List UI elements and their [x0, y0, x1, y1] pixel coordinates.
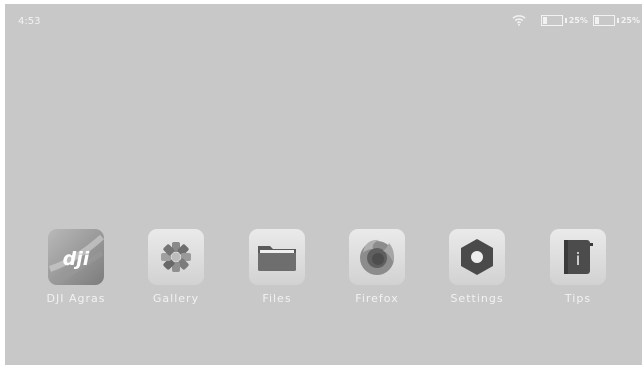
battery-1-icon — [540, 14, 563, 26]
app-label-firefox: Firefox — [355, 292, 399, 305]
app-tips[interactable]: i Tips — [535, 229, 621, 305]
battery-1: 25% — [540, 14, 588, 26]
gallery-icon — [148, 229, 204, 285]
wifi-icon — [512, 15, 526, 26]
battery-2: 25% — [592, 14, 640, 26]
svg-text:i: i — [576, 250, 581, 270]
app-settings[interactable]: Settings — [434, 229, 520, 305]
app-label-tips: Tips — [564, 292, 592, 305]
status-time: 4:53 — [18, 16, 41, 27]
app-label-dji-agras: DJI Agras — [46, 292, 106, 305]
settings-icon — [449, 229, 505, 285]
battery-1-percent: 25% — [568, 15, 588, 25]
app-firefox[interactable]: Firefox — [334, 229, 420, 305]
app-label-settings: Settings — [450, 292, 504, 305]
battery-1-fill — [542, 16, 548, 24]
status-bar-right: 25% 25% — [512, 12, 640, 28]
app-dji-agras[interactable]: dji DJI Agras — [33, 229, 119, 305]
svg-text:dji: dji — [63, 248, 90, 270]
firefox-icon — [349, 229, 405, 285]
home-screen: 4:53 25% 25% dji DJI Agras Gallery Files… — [5, 4, 642, 365]
dji-agras-icon: dji — [48, 229, 104, 285]
battery-2-icon — [592, 14, 615, 26]
app-label-files: Files — [262, 292, 292, 305]
app-gallery[interactable]: Gallery — [133, 229, 219, 305]
battery-2-percent: 25% — [620, 15, 640, 25]
app-files[interactable]: Files — [234, 229, 320, 305]
battery-2-fill — [594, 16, 600, 24]
tips-icon: i — [550, 229, 606, 285]
app-label-gallery: Gallery — [152, 292, 200, 305]
folder-icon — [249, 229, 305, 285]
